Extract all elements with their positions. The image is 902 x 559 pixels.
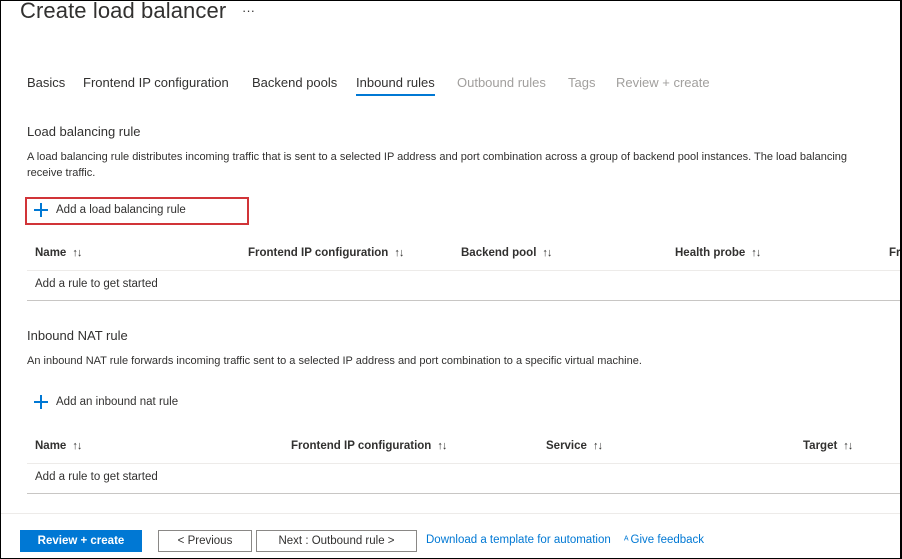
tab-tags: Tags — [568, 75, 596, 90]
plus-icon — [34, 395, 48, 409]
tab-outbound-rules: Outbound rules — [457, 75, 546, 90]
tab-review-create: Review + create — [616, 75, 710, 90]
empty-state-text: Add a rule to get started — [35, 471, 158, 483]
table-row-empty: Add a rule to get started — [27, 271, 900, 301]
sort-icon[interactable]: ↑↓ — [843, 440, 853, 452]
add-inbound-nat-rule-button[interactable]: Add an inbound nat rule — [34, 395, 178, 409]
review-create-button[interactable]: Review + create — [20, 530, 142, 552]
sort-icon[interactable]: ↑↓ — [394, 247, 404, 259]
page-title: Create load balancer — [20, 0, 227, 23]
inbound-nat-rule-description: An inbound NAT rule forwards incoming tr… — [27, 355, 642, 367]
tab-backend-pools[interactable]: Backend pools — [252, 75, 337, 90]
sort-icon[interactable]: ↑↓ — [437, 440, 447, 452]
add-load-balancing-rule-label: Add a load balancing rule — [56, 204, 186, 216]
table-row-empty: Add a rule to get started — [27, 464, 900, 494]
column-service[interactable]: Service ↑↓ — [546, 440, 603, 452]
footer-divider — [1, 513, 900, 514]
plus-icon — [34, 203, 48, 217]
more-options-icon[interactable]: ··· — [242, 3, 255, 18]
column-frontend-port-truncated[interactable]: Fro — [889, 247, 900, 259]
column-frontend-ip-configuration[interactable]: Frontend IP configuration ↑↓ — [291, 440, 447, 452]
column-target[interactable]: Target ↑↓ — [803, 440, 853, 452]
previous-button[interactable]: < Previous — [158, 530, 252, 552]
column-name[interactable]: Name ↑↓ — [35, 440, 82, 452]
column-frontend-ip-configuration[interactable]: Frontend IP configuration ↑↓ — [248, 247, 404, 259]
load-balancing-rule-heading: Load balancing rule — [27, 124, 141, 139]
sort-icon[interactable]: ↑↓ — [593, 440, 603, 452]
inbound-nat-rule-heading: Inbound NAT rule — [27, 328, 128, 343]
inbound-nat-rules-table-header: Name ↑↓ Frontend IP configuration ↑↓ Servi… — [27, 432, 900, 464]
add-inbound-nat-rule-label: Add an inbound nat rule — [56, 396, 179, 408]
load-balancing-rule-description-line1: A load balancing rule distributes incomi… — [27, 151, 848, 163]
sort-icon[interactable]: ↑↓ — [72, 247, 82, 259]
feedback-icon: ᴬ — [624, 535, 629, 546]
column-backend-pool[interactable]: Backend pool ↑↓ — [461, 247, 552, 259]
tab-basics[interactable]: Basics — [27, 75, 65, 90]
column-name[interactable]: Name ↑↓ — [35, 247, 82, 259]
next-outbound-rule-button[interactable]: Next : Outbound rule > — [256, 530, 417, 552]
add-load-balancing-rule-button[interactable]: Add a load balancing rule — [34, 203, 186, 217]
create-load-balancer-window: Create load balancer ··· Basics Frontend… — [0, 0, 902, 559]
tab-inbound-rules[interactable]: Inbound rules — [356, 75, 435, 96]
load-balancing-rules-table-header: Name ↑↓ Frontend IP configuration ↑↓ Backe… — [27, 239, 900, 271]
column-health-probe[interactable]: Health probe ↑↓ — [675, 247, 761, 259]
tab-frontend-ip-configuration[interactable]: Frontend IP configuration — [83, 75, 229, 90]
load-balancing-rule-description-line2: receive traffic. — [27, 167, 96, 179]
sort-icon[interactable]: ↑↓ — [72, 440, 82, 452]
empty-state-text: Add a rule to get started — [35, 278, 158, 290]
sort-icon[interactable]: ↑↓ — [542, 247, 552, 259]
give-feedback-link[interactable]: ᴬ Give feedback — [624, 534, 704, 546]
download-template-link[interactable]: Download a template for automation — [426, 534, 611, 546]
sort-icon[interactable]: ↑↓ — [751, 247, 761, 259]
